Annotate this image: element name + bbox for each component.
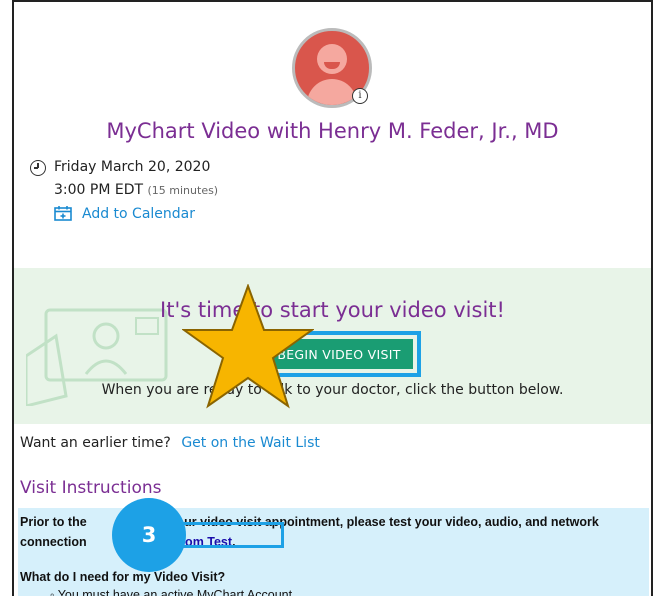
appointment-panel: i MyChart Video with Henry M. Feder, Jr.… <box>12 0 653 596</box>
faq-bullet: ◦ You must have an active MyChart Accoun… <box>50 588 292 596</box>
page-title: MyChart Video with Henry M. Feder, Jr., … <box>106 119 559 143</box>
video-visit-subtext: When you are ready to talk to your docto… <box>101 382 564 398</box>
instructions-text-2: ur video visit appointment, please test … <box>20 515 599 549</box>
appointment-date: Friday March 20, 2020 <box>54 159 211 175</box>
faq-question: What do I need for my Video Visit? <box>20 570 226 584</box>
calendar-add-icon[interactable] <box>54 205 72 221</box>
add-to-calendar-link[interactable]: Add to Calendar <box>82 206 195 222</box>
visit-instructions-title: Visit Instructions <box>20 478 162 498</box>
step-number-badge: 3 <box>112 498 186 572</box>
star-annotation-icon <box>182 284 314 409</box>
waitlist-prompt: Want an earlier time? <box>20 435 171 451</box>
wait-list-link[interactable]: Get on the Wait List <box>181 435 320 451</box>
appointment-duration: (15 minutes) <box>147 184 219 197</box>
appointment-time: 3:00 PM EDT (15 minutes) <box>54 182 218 198</box>
video-visit-banner: It's time to start your video visit! BEG… <box>14 268 651 424</box>
info-icon[interactable]: i <box>352 88 368 104</box>
instructions-text-1: Prior to the <box>20 515 91 529</box>
provider-avatar[interactable]: i <box>292 28 372 108</box>
waitlist-row: Want an earlier time? Get on the Wait Li… <box>20 435 320 451</box>
faq-bullet-text: You must have an active MyChart Account <box>57 588 293 596</box>
video-visit-heading: It's time to start your video visit! <box>160 298 505 322</box>
clock-icon <box>30 160 46 176</box>
instructions-box: Prior to the ur video visit appointment,… <box>18 508 649 596</box>
appointment-time-value: 3:00 PM EDT <box>54 182 144 198</box>
